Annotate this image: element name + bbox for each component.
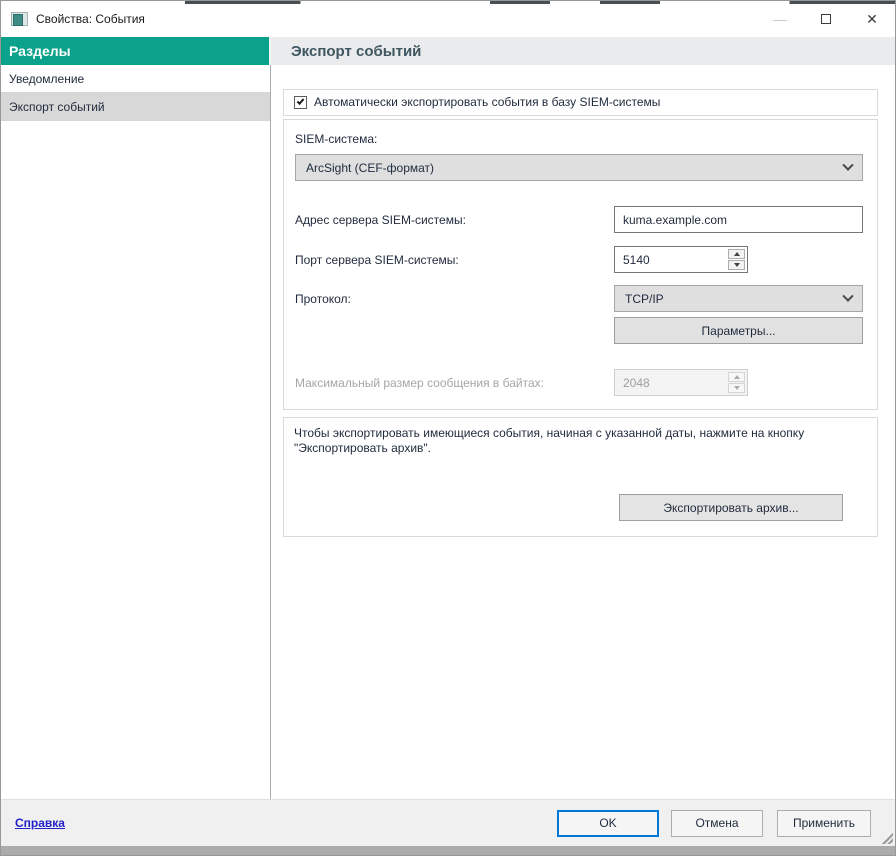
auto-export-checkbox-row[interactable]: Автоматически экспортировать события в б… [283,89,878,116]
window-bottom-edge [1,846,895,855]
server-address-input[interactable] [614,206,863,233]
server-port-spinner [614,246,748,273]
archive-export-description: Чтобы экспортировать имеющиеся события, … [294,426,867,456]
export-settings-panel: Автоматически экспортировать события в б… [271,65,895,799]
siem-system-selected-value: ArcSight (CEF-формат) [306,161,434,175]
arrow-up-icon [734,252,740,256]
dialog-body: Уведомление Экспорт событий Автоматическ… [1,65,895,799]
checkmark-icon [297,97,305,105]
siem-system-dropdown[interactable]: ArcSight (CEF-формат) [295,154,863,181]
background-window-artifact [1,1,895,4]
max-message-size-label: Максимальный размер сообщения в байтах: [295,376,614,390]
apply-button[interactable]: Применить [777,810,871,837]
ok-button[interactable]: OK [557,810,659,837]
maximize-icon [821,14,831,24]
sections-sidebar: Уведомление Экспорт событий [1,65,271,799]
header-row: Разделы Экспорт событий [1,37,895,65]
protocol-label: Протокол: [295,292,614,306]
siem-system-label: SIEM-система: [295,132,863,146]
arrow-down-icon [734,386,740,390]
auto-export-checkbox[interactable] [294,96,307,109]
protocol-selected-value: TCP/IP [625,292,664,306]
parameters-button[interactable]: Параметры... [614,317,863,344]
app-icon [11,12,28,26]
window-title: Свойства: События [36,12,145,26]
max-size-decrement-button [728,383,745,393]
archive-export-group: Чтобы экспортировать имеющиеся события, … [283,417,878,537]
server-port-label: Порт сервера SIEM-системы: [295,253,614,267]
port-increment-button[interactable] [728,249,745,259]
export-archive-button[interactable]: Экспортировать архив... [619,494,843,521]
properties-dialog: Свойства: События — ✕ Разделы Экспорт со… [0,0,896,856]
max-size-increment-button [728,372,745,382]
sidebar-item-event-export[interactable]: Экспорт событий [1,93,270,121]
maximize-button[interactable] [803,1,849,37]
dialog-footer: Справка OK Отмена Применить [1,799,895,846]
sidebar-header: Разделы [1,37,271,65]
chevron-down-icon [842,159,853,170]
chevron-down-icon [842,290,853,301]
cancel-button[interactable]: Отмена [671,810,763,837]
port-decrement-button[interactable] [728,260,745,270]
auto-export-checkbox-label: Автоматически экспортировать события в б… [314,95,660,109]
help-link[interactable]: Справка [15,816,65,830]
sidebar-item-notification[interactable]: Уведомление [1,65,270,93]
arrow-down-icon [734,263,740,267]
server-address-label: Адрес сервера SIEM-системы: [295,213,614,227]
siem-settings-group: SIEM-система: ArcSight (CEF-формат) Адре… [283,119,878,410]
resize-grip[interactable] [879,830,893,844]
titlebar[interactable]: Свойства: События — ✕ [1,1,895,37]
max-message-size-spinner [614,369,748,396]
close-icon: ✕ [866,11,878,28]
arrow-up-icon [734,375,740,379]
minimize-button: — [757,1,803,37]
close-button[interactable]: ✕ [849,1,895,37]
page-title: Экспорт событий [271,37,895,65]
protocol-dropdown[interactable]: TCP/IP [614,285,863,312]
minimize-icon: — [773,14,787,24]
